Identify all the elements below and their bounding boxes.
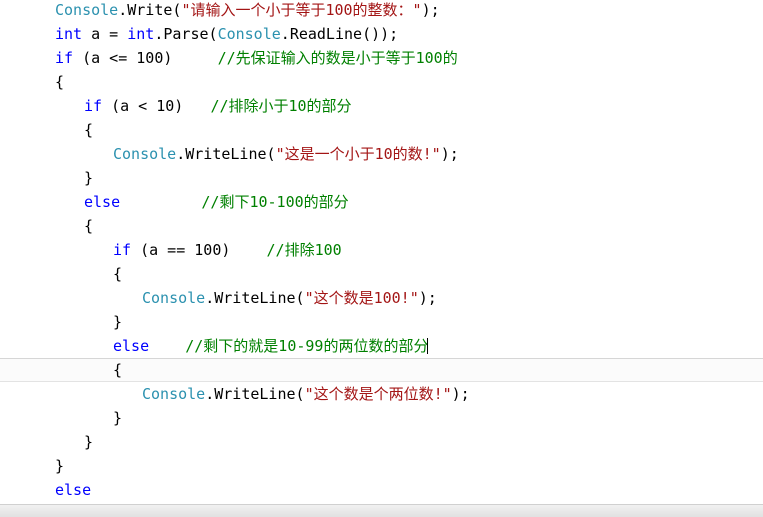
token-plain: } <box>84 169 94 187</box>
token-type: Console <box>142 385 206 403</box>
token-keyword: if <box>55 49 74 67</box>
token-plain: } <box>113 313 123 331</box>
token-comment: //剩下10-100的部分 <box>201 193 349 211</box>
token-plain: ( <box>208 25 218 43</box>
token-plain: . <box>118 1 128 19</box>
token-plain: (a == 100) <box>131 241 267 259</box>
token-plain: ReadLine <box>289 25 363 43</box>
token-string: "这个数是个两位数!" <box>304 385 452 403</box>
code-line[interactable]: { <box>0 262 763 286</box>
token-plain: ); <box>451 385 470 403</box>
code-line[interactable]: } <box>0 454 763 478</box>
token-plain: . <box>280 25 290 43</box>
token-plain: (a <= 100) <box>73 49 218 67</box>
token-plain: ()); <box>362 25 399 43</box>
token-plain: WriteLine <box>214 385 296 403</box>
token-plain: WriteLine <box>185 145 267 163</box>
token-plain: . <box>176 145 186 163</box>
text-caret <box>427 338 429 354</box>
code-line[interactable]: } <box>0 406 763 430</box>
code-line[interactable]: else //剩下10-100的部分 <box>0 190 763 214</box>
token-plain: { <box>84 217 94 235</box>
code-line[interactable]: } <box>0 310 763 334</box>
token-comment: //排除100 <box>266 241 342 259</box>
code-line[interactable]: } <box>0 166 763 190</box>
token-keyword: if <box>84 97 103 115</box>
token-keyword: int <box>55 25 83 43</box>
token-plain: (a < 10) <box>102 97 211 115</box>
token-keyword: else <box>55 481 92 499</box>
token-plain: ); <box>421 1 440 19</box>
token-comment: //排除小于10的部分 <box>210 97 352 115</box>
code-line[interactable]: Console.WriteLine("这个数是个两位数!"); <box>0 382 763 406</box>
code-line[interactable]: { <box>0 214 763 238</box>
token-plain: } <box>113 409 123 427</box>
token-plain: WriteLine <box>214 289 296 307</box>
code-line[interactable]: Console.WriteLine("这个数是100!"); <box>0 286 763 310</box>
code-line[interactable]: { <box>0 118 763 142</box>
code-line[interactable]: Console.Write("请输入一个小于等于100的整数："); <box>0 0 763 22</box>
token-plain: } <box>55 457 65 475</box>
code-line[interactable]: int a = int.Parse(Console.ReadLine()); <box>0 22 763 46</box>
token-keyword: int <box>127 25 155 43</box>
token-string: "请输入一个小于等于100的整数：" <box>181 1 422 19</box>
code-line[interactable]: Console.WriteLine("这是一个小于10的数!"); <box>0 142 763 166</box>
code-line[interactable]: } <box>0 430 763 454</box>
token-keyword: else <box>84 193 121 211</box>
code-line-active[interactable]: { <box>0 358 763 382</box>
horizontal-scrollbar[interactable] <box>0 504 763 517</box>
code-text-area[interactable]: Console.Write("请输入一个小于等于100的整数："); int a … <box>0 0 763 517</box>
token-plain: ( <box>295 385 305 403</box>
token-plain: } <box>84 433 94 451</box>
token-plain: a = <box>82 25 128 43</box>
code-line[interactable]: if (a < 10) //排除小于10的部分 <box>0 94 763 118</box>
token-plain: { <box>113 361 123 379</box>
token-keyword: else <box>113 337 150 355</box>
token-type: Console <box>217 25 281 43</box>
token-plain: { <box>55 73 65 91</box>
token-string: "这是一个小于10的数!" <box>275 145 441 163</box>
token-type: Console <box>55 1 119 19</box>
code-line[interactable]: else //剩下的就是10-99的两位数的部分 <box>0 334 763 358</box>
token-plain: ( <box>266 145 276 163</box>
token-plain: Write <box>127 1 173 19</box>
code-line[interactable]: if (a <= 100) //先保证输入的数是小于等于100的 <box>0 46 763 70</box>
token-comment: //剩下的就是10-99的两位数的部分 <box>185 337 429 355</box>
token-plain: ); <box>440 145 459 163</box>
code-line[interactable]: else <box>0 478 763 502</box>
token-keyword: if <box>113 241 132 259</box>
token-plain: . <box>205 289 215 307</box>
code-line[interactable]: if (a == 100) //排除100 <box>0 238 763 262</box>
token-comment: //先保证输入的数是小于等于100的 <box>217 49 458 67</box>
token-plain: ( <box>295 289 305 307</box>
token-string: "这个数是100!" <box>304 289 419 307</box>
token-plain: . <box>205 385 215 403</box>
code-line[interactable]: { <box>0 70 763 94</box>
token-type: Console <box>142 289 206 307</box>
token-plain: Parse <box>163 25 209 43</box>
code-editor[interactable]: Console.Write("请输入一个小于等于100的整数："); int a … <box>0 0 763 517</box>
token-plain: { <box>84 121 94 139</box>
token-type: Console <box>113 145 177 163</box>
token-plain: ); <box>418 289 437 307</box>
token-plain: { <box>113 265 123 283</box>
